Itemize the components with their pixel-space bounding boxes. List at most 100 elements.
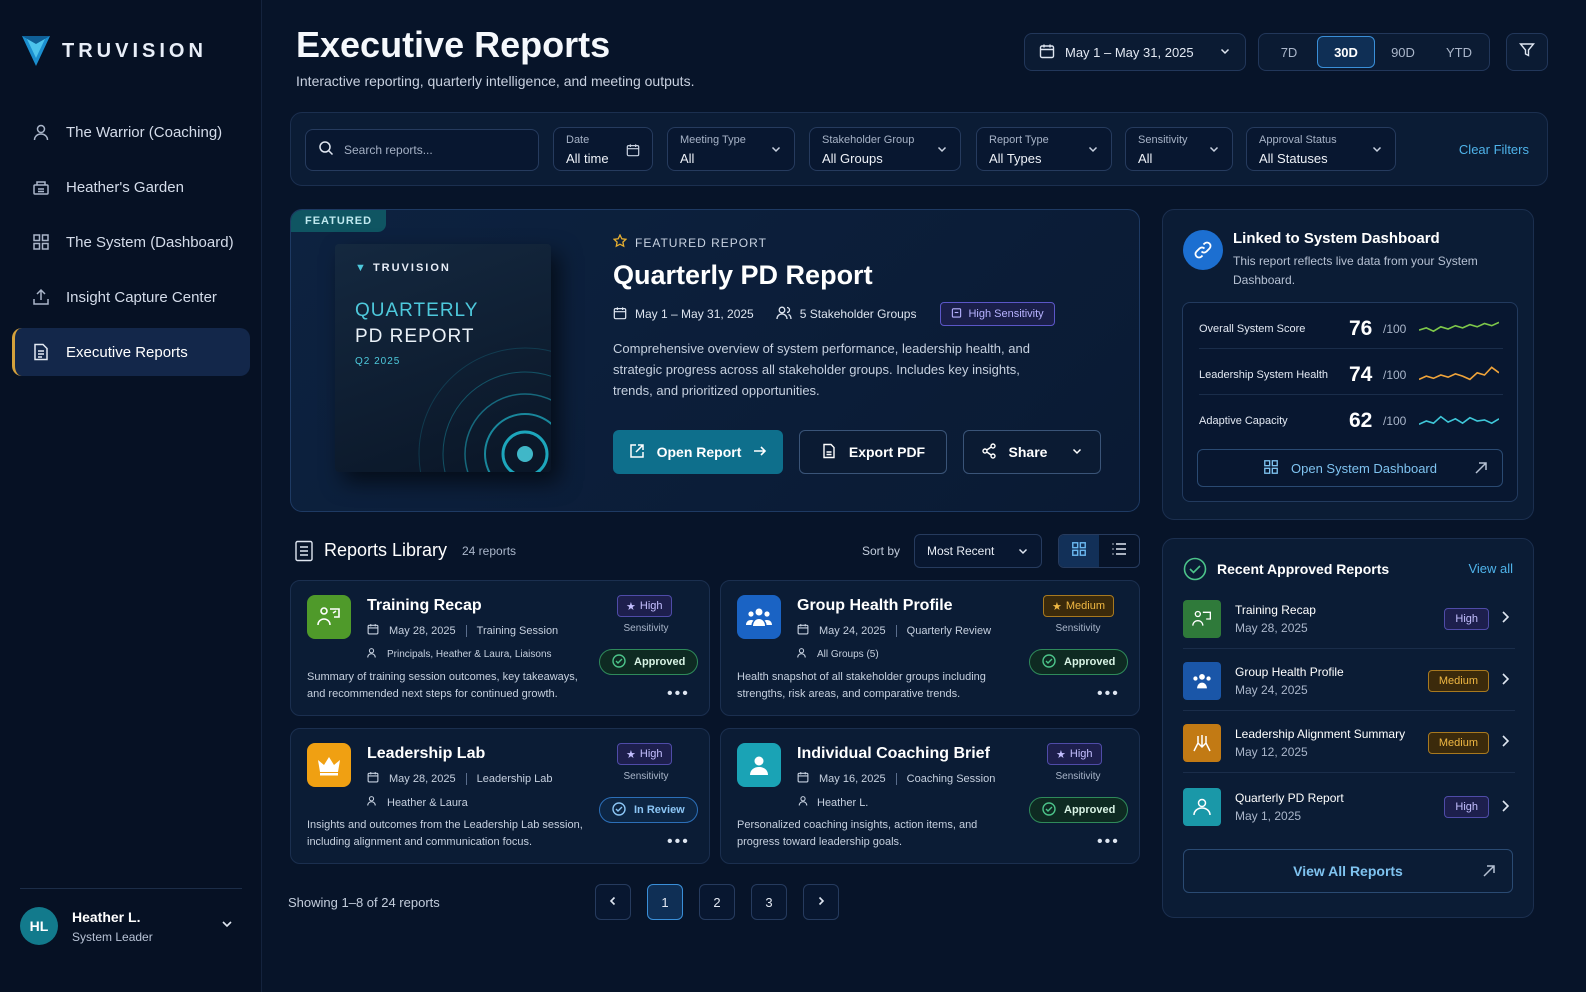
recent-item-leadership-alignment[interactable]: Leadership Alignment Summary May 12, 2025… <box>1183 713 1515 773</box>
more-options-icon[interactable]: ••• <box>1097 685 1120 703</box>
page-1-button[interactable]: 1 <box>647 884 683 920</box>
linked-title: Linked to System Dashboard <box>1233 230 1440 247</box>
meeting-type-filter[interactable]: Meeting Type All <box>667 127 795 171</box>
sidebar-item-garden[interactable]: Heather's Garden <box>12 163 250 211</box>
list-view-button[interactable] <box>1099 535 1139 567</box>
sensitivity-filter[interactable]: Sensitivity All <box>1125 127 1233 171</box>
sidebar-item-warrior[interactable]: The Warrior (Coaching) <box>12 108 250 156</box>
sparkline <box>1419 415 1499 426</box>
report-card-group-health[interactable]: Group Health Profile May 24, 2025 Quarte… <box>720 580 1140 716</box>
filter-value: All Statuses <box>1259 151 1328 166</box>
card-people: All Groups (5) <box>797 647 879 662</box>
card-description: Personalized coaching insights, action i… <box>737 819 978 848</box>
coaching-icon <box>1183 788 1221 826</box>
lock-icon <box>951 307 962 321</box>
chevron-down-icon[interactable] <box>220 917 234 936</box>
approval-status-filter[interactable]: Approval Status All Statuses <box>1246 127 1396 171</box>
period-90d[interactable]: 90D <box>1375 36 1431 68</box>
recent-item-group-health[interactable]: Group Health Profile May 24, 2025 Medium <box>1183 651 1515 711</box>
calendar-icon <box>613 306 627 323</box>
page-3-button[interactable]: 3 <box>751 884 787 920</box>
card-people: Heather & Laura <box>367 795 468 810</box>
card-meta: May 28, 2025 Training Session <box>367 623 558 638</box>
report-card-training-recap[interactable]: Training Recap May 28, 2025 Training Ses… <box>290 580 710 716</box>
metric-row: Overall System Score 76 /100 <box>1199 309 1503 349</box>
status-badge: Approved <box>1029 649 1129 675</box>
chevron-down-icon <box>1208 143 1220 158</box>
divider <box>895 772 897 785</box>
prev-page-button[interactable] <box>595 884 631 920</box>
filter-label: Approval Status <box>1259 134 1337 146</box>
sidebar-item-label: Insight Capture Center <box>66 288 217 306</box>
page-title: Executive Reports <box>296 24 611 65</box>
open-system-dashboard-button[interactable]: Open System Dashboard <box>1197 449 1503 487</box>
report-card-coaching-brief[interactable]: Individual Coaching Brief May 16, 2025 C… <box>720 728 1140 864</box>
chevron-down-icon <box>936 143 948 158</box>
user-name: Heather L. <box>72 908 141 925</box>
export-pdf-button[interactable]: Export PDF <box>799 430 947 474</box>
more-options-icon[interactable]: ••• <box>667 833 690 851</box>
sparkline-path <box>1419 415 1499 426</box>
recent-item-quarterly-pd[interactable]: Quarterly PD Report May 1, 2025 High <box>1183 777 1515 837</box>
filter-label: Report Type <box>989 134 1049 146</box>
sensitivity-label: Sensitivity <box>1055 771 1101 782</box>
calendar-icon <box>797 771 809 786</box>
next-page-button[interactable] <box>803 884 839 920</box>
check-circle-icon <box>612 653 626 671</box>
chevron-right-icon <box>815 895 827 910</box>
recent-date: May 1, 2025 <box>1235 809 1302 823</box>
filter-value: All Groups <box>822 151 883 166</box>
period-ytd[interactable]: YTD <box>1431 36 1487 68</box>
report-card-leadership-lab[interactable]: Leadership Lab May 28, 2025 Leadership L… <box>290 728 710 864</box>
user-role: System Leader <box>72 929 153 944</box>
sensitivity-badge: Medium <box>1427 731 1489 754</box>
sort-label: Sort by <box>862 544 901 558</box>
stakeholder-group-filter[interactable]: Stakeholder Group All Groups <box>809 127 961 171</box>
chevron-right-icon[interactable] <box>1499 610 1511 627</box>
list-icon <box>1111 541 1127 562</box>
pdf-icon <box>821 443 837 462</box>
sidebar-item-label: Heather's Garden <box>66 178 184 196</box>
user-menu[interactable]: HL Heather L. System Leader <box>20 888 242 945</box>
recent-name: Group Health Profile <box>1235 664 1344 679</box>
more-options-icon[interactable]: ••• <box>667 685 690 703</box>
report-cover-image[interactable]: ▼ TRUVISION QUARTERLY PD REPORT Q2 2025 <box>335 244 551 472</box>
view-all-link[interactable]: View all <box>1468 561 1513 576</box>
grid-view-button[interactable] <box>1059 535 1099 567</box>
date-filter[interactable]: Date All time <box>553 127 653 171</box>
sidebar-item-insight[interactable]: Insight Capture Center <box>12 273 250 321</box>
featured-meta: May 1 – May 31, 2025 5 Stakeholder Group… <box>613 302 1055 326</box>
clear-filters-link[interactable]: Clear Filters <box>1459 142 1529 157</box>
card-date: May 24, 2025 <box>819 624 886 637</box>
recent-item-training-recap[interactable]: Training Recap May 28, 2025 High <box>1183 589 1515 649</box>
chevron-right-icon[interactable] <box>1499 672 1511 689</box>
pagination-summary: Showing 1–8 of 24 reports <box>288 895 440 910</box>
sidebar-item-executive-reports[interactable]: Executive Reports <box>12 328 250 376</box>
sidebar-item-system[interactable]: The System (Dashboard) <box>12 218 250 266</box>
brand-logo[interactable]: TRUVISION <box>22 36 207 66</box>
period-30d[interactable]: 30D <box>1317 36 1375 68</box>
filter-value: All Types <box>989 151 1042 166</box>
chevron-down-icon <box>1371 143 1383 158</box>
more-options-icon[interactable]: ••• <box>1097 833 1120 851</box>
featured-tag: FEATURED <box>291 210 387 232</box>
filter-button[interactable] <box>1506 33 1548 71</box>
view-all-reports-button[interactable]: View All Reports <box>1183 849 1513 893</box>
page-2-button[interactable]: 2 <box>699 884 735 920</box>
document-icon <box>32 343 50 361</box>
search-input[interactable] <box>344 143 524 157</box>
open-report-button[interactable]: Open Report <box>613 430 783 474</box>
share-button[interactable]: Share <box>963 430 1101 474</box>
linked-subtitle: This report reflects live data from your… <box>1233 254 1478 287</box>
period-7d[interactable]: 7D <box>1261 36 1317 68</box>
calendar-icon <box>626 143 640 160</box>
users-icon <box>776 306 792 323</box>
date-range-picker[interactable]: May 1 – May 31, 2025 <box>1024 33 1246 71</box>
search-box[interactable] <box>305 129 539 171</box>
report-type-filter[interactable]: Report Type All Types <box>976 127 1112 171</box>
chevron-right-icon[interactable] <box>1499 799 1511 816</box>
chevron-right-icon[interactable] <box>1499 734 1511 751</box>
sort-select[interactable]: Most Recent <box>914 534 1042 568</box>
card-description: Insights and outcomes from the Leadershi… <box>307 819 583 848</box>
star-icon: ★ <box>626 748 636 761</box>
